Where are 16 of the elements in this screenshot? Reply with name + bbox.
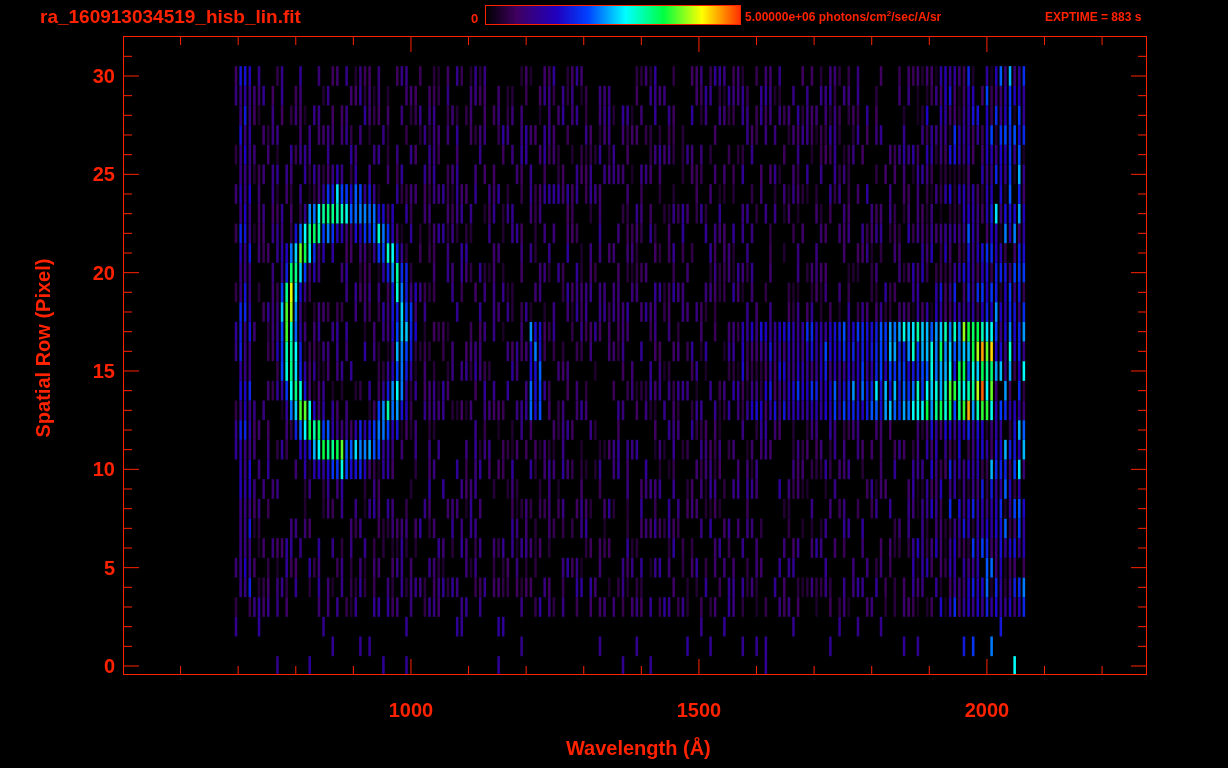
x-tick-label: 1000	[388, 699, 434, 722]
colorbar-max-label: 5.00000e+06 photons/cm$^{2}$/sec/A/sr	[745, 8, 943, 26]
file-title: ra_160913034519_hisb_lin.fit	[40, 6, 302, 28]
y-axis-title: Spatial Row (Pixel)	[31, 258, 55, 437]
x-axis-title: Wavelength (Å)	[565, 737, 711, 760]
x-tick-label: 1500	[676, 699, 722, 722]
y-tick-label: 25	[92, 163, 115, 186]
y-tick-label: 30	[92, 65, 115, 87]
exposure-time: EXPTIME = 883 s	[1045, 9, 1142, 26]
y-tick-label: 0	[103, 655, 115, 677]
y-tick-label: 15	[92, 360, 115, 382]
colorbar-min-label: 0	[471, 10, 480, 28]
y-tick-label: 5	[103, 556, 115, 579]
y-tick-label: 10	[92, 458, 115, 481]
x-tick-label: 2000	[964, 699, 1010, 722]
y-tick-label: 20	[92, 261, 115, 284]
